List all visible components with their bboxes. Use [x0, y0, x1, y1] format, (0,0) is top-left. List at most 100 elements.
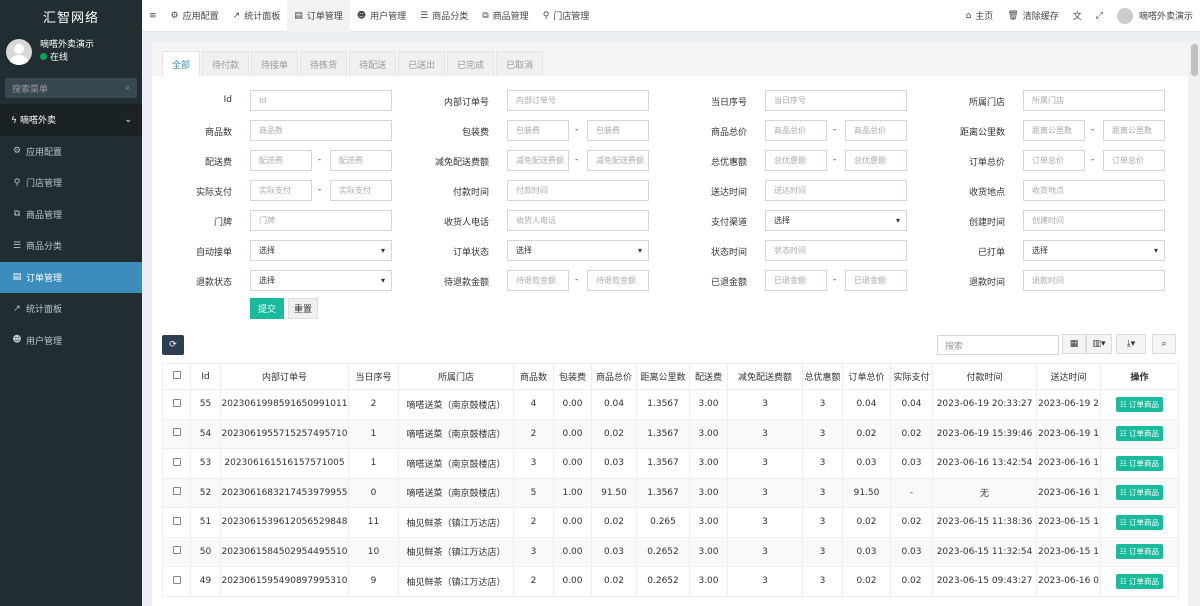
- tab-stats[interactable]: ↗ 统计面板: [226, 0, 288, 32]
- column-header[interactable]: 当日序号: [348, 363, 399, 390]
- tab-cancelled[interactable]: 已取消: [496, 51, 544, 76]
- filter-input-day-seq[interactable]: 当日序号: [765, 90, 907, 111]
- fullscreen-icon[interactable]: ⤢: [1089, 0, 1110, 32]
- tab-app-config[interactable]: ⚙ 应用配置: [164, 0, 226, 32]
- tab-pending-accept[interactable]: 待接单: [251, 51, 299, 76]
- column-header[interactable]: Id: [190, 363, 221, 390]
- reset-button[interactable]: 重置: [288, 298, 318, 319]
- tab-category[interactable]: ☰ 商品分类: [413, 0, 475, 32]
- filter-input-distance-a[interactable]: 距离公里数: [1023, 120, 1085, 141]
- order-goods-button[interactable]: ☷ 订单商品: [1115, 514, 1164, 530]
- order-goods-button[interactable]: ☷ 订单商品: [1115, 544, 1164, 560]
- column-header[interactable]: 内部订单号: [220, 363, 349, 390]
- table-row[interactable]: 51 2023061539612056529848 11 柚见鲜茶（镇江万达店） 2 0.…: [162, 507, 1179, 538]
- sidebar-item-app-config[interactable]: ⚙ 应用配置: [0, 136, 142, 168]
- filter-input-reduce-fee-a[interactable]: 减免配送费额: [507, 150, 569, 171]
- order-goods-button[interactable]: ☷ 订单商品: [1115, 485, 1164, 501]
- row-checkbox[interactable]: [162, 448, 191, 479]
- sidebar-item-users[interactable]: ☻ 用户管理: [0, 325, 142, 357]
- search-icon[interactable]: ⌕: [125, 83, 130, 93]
- user-menu[interactable]: 嘀嗒外卖演示: [1110, 0, 1200, 32]
- filter-input-arrive-time[interactable]: 送达时间: [765, 180, 907, 201]
- page-scrollbar[interactable]: [1188, 42, 1200, 606]
- export-icon[interactable]: ⤓▾: [1116, 334, 1146, 354]
- tab-pending-pay[interactable]: 待付款: [202, 51, 250, 76]
- sidebar-item-stats[interactable]: ↗ 统计面板: [0, 293, 142, 325]
- filter-input-store[interactable]: 所属门店: [1023, 90, 1165, 111]
- filter-input-discount-a[interactable]: 总优惠额: [765, 150, 827, 171]
- tab-completed[interactable]: 已完成: [447, 51, 495, 76]
- clear-cache-button[interactable]: 🗑 清除缓存: [1000, 0, 1065, 32]
- filter-select[interactable]: 选择 ▾: [250, 240, 392, 261]
- filter-input-distance-b[interactable]: 距离公里数: [1103, 120, 1165, 141]
- filter-input-refund-time[interactable]: 退款时间: [1023, 270, 1165, 291]
- language-icon[interactable]: 文: [1066, 0, 1089, 32]
- filter-select[interactable]: 选择 ▾: [1023, 240, 1165, 261]
- tab-orders[interactable]: ▤ 订单管理: [287, 0, 350, 32]
- column-header[interactable]: 订单总价: [842, 363, 891, 390]
- row-checkbox[interactable]: [162, 566, 191, 597]
- filter-select[interactable]: 选择 ▾: [250, 270, 392, 291]
- filter-input-total-b[interactable]: 订单总价: [1103, 150, 1165, 171]
- column-header[interactable]: 配送费: [689, 363, 728, 390]
- filter-input-pack-fee-a[interactable]: 包装费: [507, 120, 569, 141]
- filter-input-status-time[interactable]: 状态时间: [765, 240, 907, 261]
- column-header[interactable]: 总优惠额: [802, 363, 843, 390]
- column-header[interactable]: 付款时间: [932, 363, 1037, 390]
- sidebar-search-input[interactable]: 搜索菜单 ⌕: [5, 78, 137, 98]
- filter-input-goods-price-a[interactable]: 商品总价: [765, 120, 827, 141]
- filter-input-phone[interactable]: 收货人电话: [507, 210, 649, 231]
- column-header[interactable]: 送达时间: [1036, 363, 1101, 390]
- table-row[interactable]: 55 2023061998591650991011 2 嘀嗒送菜（南京鼓楼店） 4 0.0…: [162, 389, 1179, 420]
- filter-input-paid-a[interactable]: 实际支付: [250, 180, 312, 201]
- columns-icon[interactable]: ▥▾: [1086, 334, 1112, 354]
- filter-input-address[interactable]: 收货地点: [1023, 180, 1165, 201]
- order-goods-button[interactable]: ☷ 订单商品: [1115, 396, 1164, 412]
- row-checkbox[interactable]: [162, 536, 191, 567]
- filter-input-refund-pending-b[interactable]: 待退款金额: [587, 270, 649, 291]
- toggle-view-icon[interactable]: ▦: [1062, 334, 1086, 354]
- tab-store[interactable]: ⚲ 门店管理: [536, 0, 597, 32]
- filter-input-goods-num[interactable]: 商品数: [250, 120, 392, 141]
- column-header[interactable]: 商品数: [513, 363, 554, 390]
- column-header[interactable]: 距离公里数: [636, 363, 690, 390]
- column-header[interactable]: 减免配送费额: [727, 363, 803, 390]
- column-header[interactable]: 包装费: [553, 363, 592, 390]
- order-goods-button[interactable]: ☷ 订单商品: [1115, 573, 1164, 589]
- row-checkbox[interactable]: [162, 418, 191, 449]
- sidebar-item-category[interactable]: ☰ 商品分类: [0, 230, 142, 262]
- table-row[interactable]: 50 2023061584502954495510 10 柚见鲜茶（镇江万达店） 3 0.…: [162, 536, 1179, 567]
- tab-goods[interactable]: ⧉ 商品管理: [475, 0, 535, 32]
- row-checkbox[interactable]: [162, 477, 191, 508]
- filter-input-refunded-a[interactable]: 已退金额: [765, 270, 827, 291]
- sidebar-item-orders[interactable]: ▤ 订单管理: [0, 261, 142, 293]
- filter-input-delivery-fee-a[interactable]: 配送费: [250, 150, 312, 171]
- row-checkbox[interactable]: [162, 389, 191, 420]
- filter-input-goods-price-b[interactable]: 商品总价: [845, 120, 907, 141]
- column-header[interactable]: 所属门店: [398, 363, 514, 390]
- filter-input-delivery-fee-b[interactable]: 配送费: [330, 150, 392, 171]
- order-goods-button[interactable]: ☷ 订单商品: [1115, 455, 1164, 471]
- filter-input-refund-pending-a[interactable]: 待退款金额: [507, 270, 569, 291]
- filter-input-discount-b[interactable]: 总优惠额: [845, 150, 907, 171]
- select-all-checkbox[interactable]: [162, 363, 191, 390]
- table-row[interactable]: 52 2023061683217453979955 0 嘀嗒送菜（南京鼓楼店） 5 1.0…: [162, 477, 1179, 508]
- table-row[interactable]: 54 2023061955715257495710 1 嘀嗒送菜（南京鼓楼店） 2 0.0…: [162, 418, 1179, 449]
- scrollbar-thumb[interactable]: [1191, 44, 1198, 76]
- tab-pending-delivery[interactable]: 待配送: [349, 51, 397, 76]
- filter-input-refunded-b[interactable]: 已退金额: [845, 270, 907, 291]
- filter-input-pack-fee-b[interactable]: 包装费: [587, 120, 649, 141]
- sidebar-item-store[interactable]: ⚲ 门店管理: [0, 167, 142, 199]
- order-goods-button[interactable]: ☷ 订单商品: [1115, 426, 1164, 442]
- column-header[interactable]: 实际支付: [890, 363, 933, 390]
- filter-input-id[interactable]: Id: [250, 90, 392, 111]
- filter-input-door[interactable]: 门牌: [250, 210, 392, 231]
- column-header[interactable]: 商品总价: [591, 363, 637, 390]
- sidebar-group-dida[interactable]: ϟ 嘀嗒外卖 ⌄: [0, 104, 142, 136]
- table-row[interactable]: 53 202306161516157571005 1 嘀嗒送菜（南京鼓楼店） 3 0.00…: [162, 448, 1179, 479]
- table-row[interactable]: 49 2023061595490897995310 9 柚见鲜茶（镇江万达店） 2 0.0…: [162, 566, 1179, 597]
- menu-toggle-icon[interactable]: ≡: [142, 0, 164, 32]
- tab-sent[interactable]: 已送出: [398, 51, 446, 76]
- advanced-search-icon[interactable]: ⌕: [1152, 334, 1176, 354]
- filter-select[interactable]: 选择 ▾: [765, 210, 907, 231]
